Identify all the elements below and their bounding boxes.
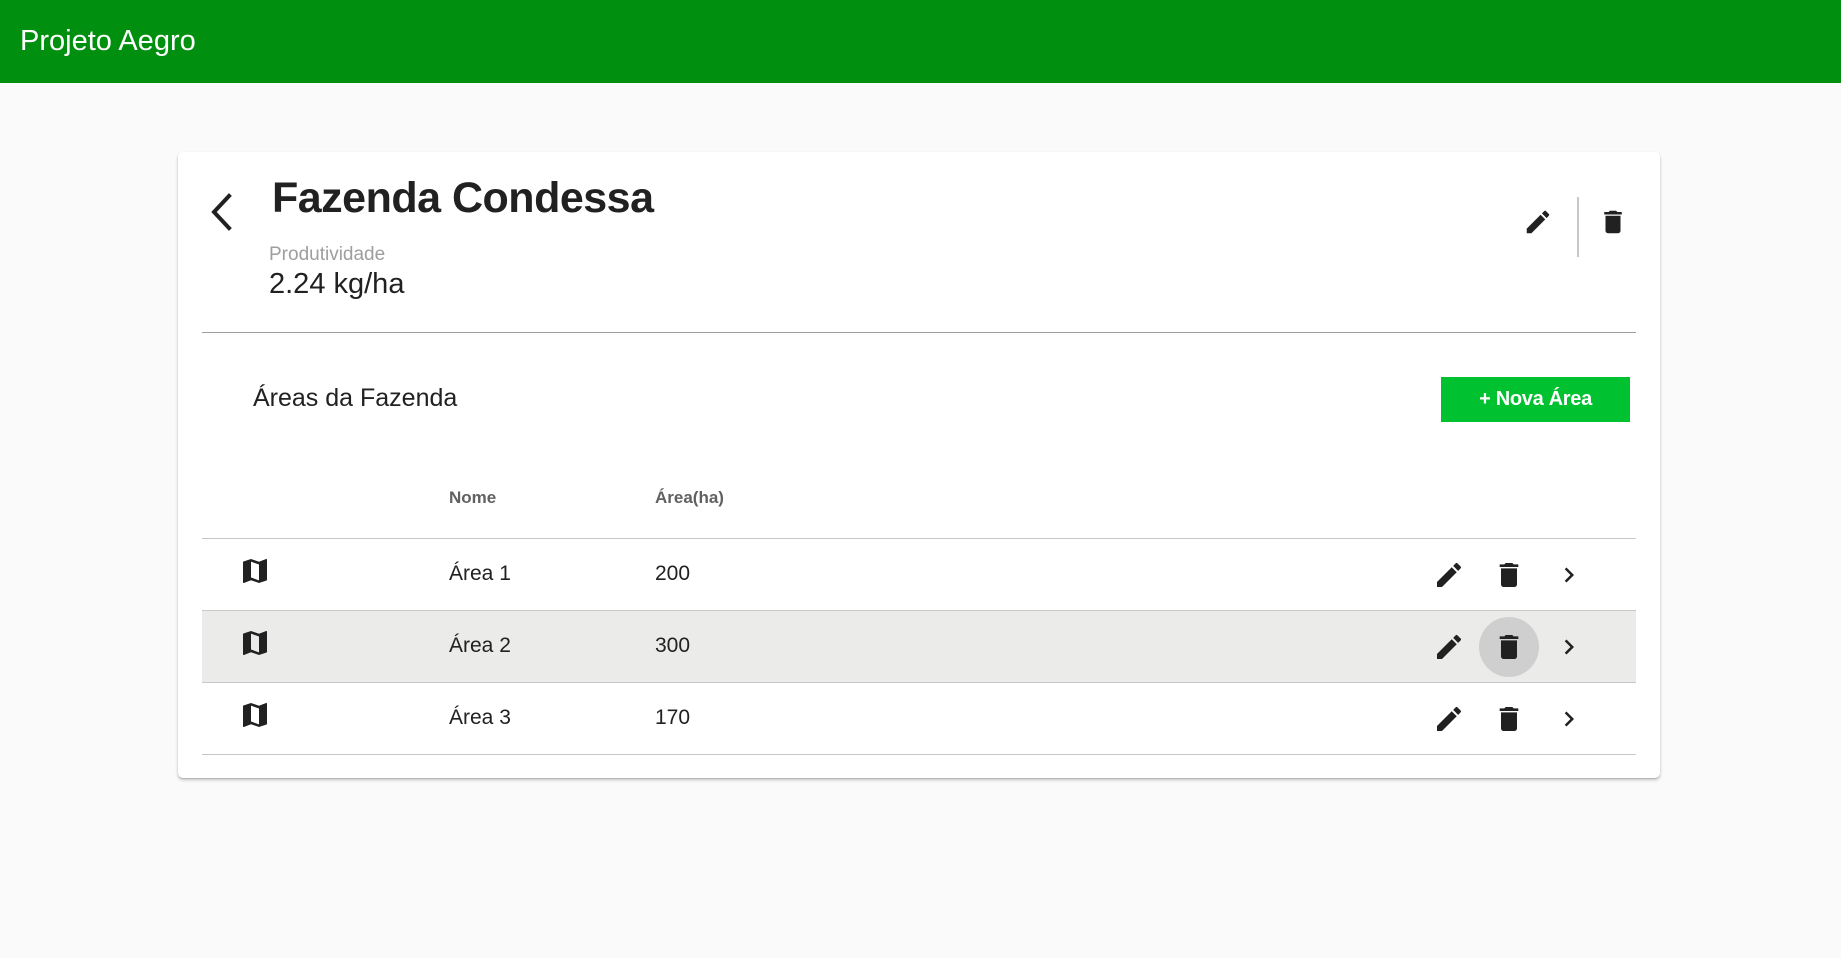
edit-farm-button[interactable] (1516, 200, 1560, 244)
edit-area-button[interactable] (1419, 617, 1479, 677)
delete-area-button[interactable] (1479, 689, 1539, 749)
delete-area-button[interactable] (1479, 545, 1539, 605)
column-header-name: Nome (449, 488, 497, 507)
areas-table: Nome Área(ha) Área 1 200 Área 2 300 Área… (202, 462, 1636, 755)
row-area: 200 (655, 562, 691, 585)
pencil-icon (1526, 210, 1550, 234)
chevron-right-icon (1564, 567, 1574, 583)
pencil-icon (1437, 634, 1462, 659)
pencil-icon (1437, 706, 1462, 731)
header-divider (202, 332, 1636, 333)
map-icon (243, 703, 267, 727)
row-name: Área 1 (449, 562, 511, 585)
trash-icon (1499, 563, 1519, 587)
table-row[interactable]: Área 1 200 (202, 539, 1636, 611)
productivity-value: 2.24 kg/ha (269, 268, 405, 300)
farm-name: Fazenda Condessa (272, 174, 654, 222)
table-row[interactable]: Área 2 300 (202, 611, 1636, 683)
row-area: 170 (655, 706, 691, 729)
table-header: Nome Área(ha) (202, 462, 1636, 539)
edit-area-button[interactable] (1419, 689, 1479, 749)
header-actions-divider (1577, 197, 1579, 257)
new-area-button[interactable]: + Nova Área (1441, 377, 1630, 422)
areas-section-title: Áreas da Fazenda (253, 384, 458, 412)
pencil-icon (1437, 562, 1462, 587)
table-row[interactable]: Área 3 170 (202, 683, 1636, 755)
row-area: 300 (655, 634, 691, 657)
delete-area-button[interactable] (1479, 617, 1539, 677)
productivity-label: Produtividade (269, 244, 386, 265)
trash-icon (1499, 635, 1519, 659)
map-icon (243, 631, 267, 655)
row-name: Área 2 (449, 634, 511, 657)
chevron-right-icon (1564, 711, 1574, 727)
open-area-button[interactable] (1539, 689, 1599, 749)
column-header-area: Área(ha) (655, 488, 724, 507)
delete-farm-button[interactable] (1591, 200, 1635, 244)
app-bar: Projeto Aegro (0, 0, 1841, 83)
open-area-button[interactable] (1539, 617, 1599, 677)
back-button[interactable] (202, 187, 242, 237)
open-area-button[interactable] (1539, 545, 1599, 605)
trash-icon (1604, 210, 1622, 234)
arrow-back-icon (211, 193, 232, 231)
app-title: Projeto Aegro (20, 25, 196, 57)
edit-area-button[interactable] (1419, 545, 1479, 605)
trash-icon (1499, 707, 1519, 731)
map-icon (243, 559, 267, 583)
chevron-right-icon (1564, 639, 1574, 655)
farm-card: Fazenda Condessa Produtividade 2.24 kg/h… (178, 152, 1660, 778)
row-name: Área 3 (449, 706, 511, 729)
